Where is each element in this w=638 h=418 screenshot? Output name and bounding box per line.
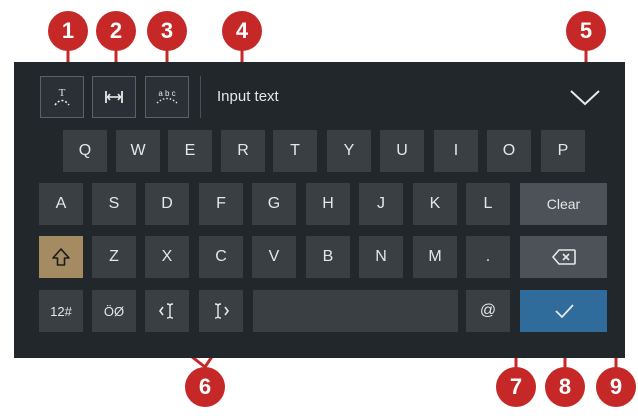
key-p[interactable]: P — [541, 130, 585, 172]
key-h[interactable]: H — [306, 183, 350, 225]
key-i[interactable]: I — [434, 130, 478, 172]
cursor-left-key[interactable] — [145, 290, 189, 332]
cursor-right-icon — [214, 303, 229, 319]
key-x[interactable]: X — [145, 236, 189, 278]
key-u[interactable]: U — [380, 130, 424, 172]
key-z[interactable]: Z — [92, 236, 136, 278]
svg-text:a b c: a b c — [158, 89, 175, 98]
key-s[interactable]: S — [92, 183, 136, 225]
key-v[interactable]: V — [252, 236, 296, 278]
key-d[interactable]: D — [145, 183, 189, 225]
key-m[interactable]: M — [413, 236, 457, 278]
key-period[interactable]: . — [466, 236, 510, 278]
callout-6: 6 — [185, 367, 225, 407]
chevron-down-icon — [570, 90, 600, 106]
key-r[interactable]: R — [221, 130, 265, 172]
key-l[interactable]: L — [466, 183, 510, 225]
callout-2: 2 — [96, 11, 136, 51]
letter-spacing-icon — [105, 91, 123, 103]
letter-spacing-tool[interactable] — [92, 76, 136, 118]
at-key[interactable]: @ — [466, 290, 510, 332]
text-input-field[interactable]: Input text — [217, 88, 279, 105]
key-n[interactable]: N — [359, 236, 403, 278]
text-arc-tool[interactable]: T — [40, 76, 84, 118]
confirm-button[interactable] — [520, 290, 607, 332]
svg-text:T: T — [59, 87, 66, 99]
toolbar-divider — [200, 76, 201, 118]
shift-arrow-icon — [52, 248, 70, 266]
text-shape-tool[interactable]: a b c — [145, 76, 189, 118]
text-arc-icon: T — [54, 87, 70, 106]
key-j[interactable]: J — [359, 183, 403, 225]
cursor-right-key[interactable] — [199, 290, 243, 332]
key-k[interactable]: K — [413, 183, 457, 225]
callout-9: 9 — [596, 367, 636, 407]
callout-7: 7 — [496, 367, 536, 407]
key-t[interactable]: T — [273, 130, 317, 172]
backspace-icon — [551, 249, 576, 265]
callout-8: 8 — [545, 367, 585, 407]
key-y[interactable]: Y — [327, 130, 371, 172]
callout-1: 1 — [48, 11, 88, 51]
callout-4: 4 — [222, 11, 262, 51]
special-characters-key[interactable]: ÖØ — [92, 290, 136, 332]
key-g[interactable]: G — [252, 183, 296, 225]
key-q[interactable]: Q — [63, 130, 107, 172]
callout-5: 5 — [566, 11, 606, 51]
key-o[interactable]: O — [487, 130, 531, 172]
key-b[interactable]: B — [306, 236, 350, 278]
text-shape-icon: a b c — [156, 89, 178, 104]
collapse-keyboard-button[interactable] — [566, 84, 604, 110]
cursor-left-icon — [159, 303, 174, 319]
numbers-key[interactable]: 12# — [39, 290, 83, 332]
callout-3: 3 — [147, 11, 187, 51]
clear-button[interactable]: Clear — [520, 183, 607, 225]
checkmark-icon — [554, 304, 574, 319]
key-w[interactable]: W — [116, 130, 160, 172]
key-a[interactable]: A — [39, 183, 83, 225]
space-bar[interactable] — [253, 290, 458, 332]
shift-key[interactable] — [39, 236, 83, 278]
backspace-button[interactable] — [520, 236, 607, 278]
key-e[interactable]: E — [168, 130, 212, 172]
key-c[interactable]: C — [199, 236, 243, 278]
key-f[interactable]: F — [199, 183, 243, 225]
